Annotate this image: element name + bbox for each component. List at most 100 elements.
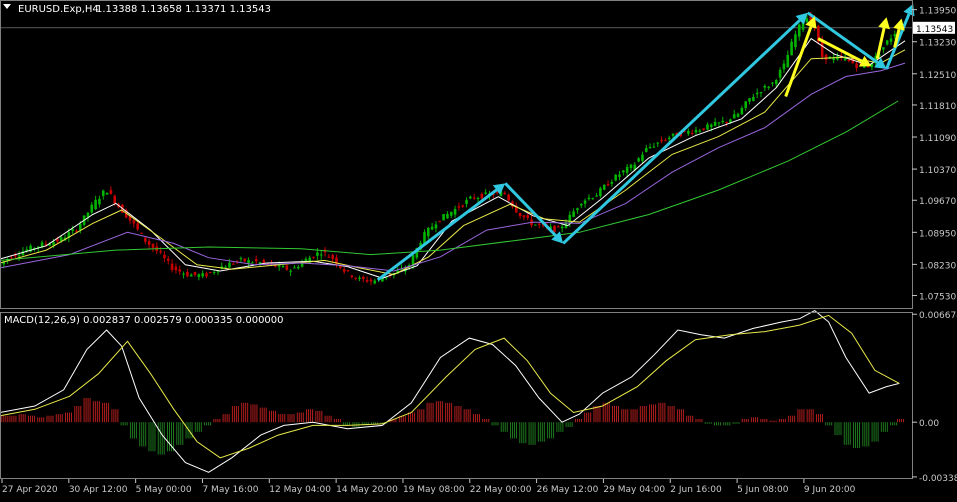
bull-candle <box>733 114 736 118</box>
bull-candle <box>767 87 770 88</box>
bear-candle <box>503 193 506 194</box>
bull-candle <box>60 237 63 241</box>
bull-candle <box>595 196 598 197</box>
bear-candle <box>10 258 13 259</box>
bull-candle <box>217 271 220 272</box>
bull-candle <box>649 147 652 148</box>
bull-candle <box>626 167 629 173</box>
bull-candle <box>741 108 744 114</box>
bull-candle <box>752 97 755 101</box>
bear-candle <box>243 259 246 262</box>
time-tick-label: 14 May 20:00 <box>336 485 398 495</box>
time-tick-label: 27 Apr 2020 <box>2 485 58 495</box>
chart-canvas[interactable]: 1.139501.132301.125101.118101.110901.103… <box>0 0 957 498</box>
bear-candle <box>194 272 197 275</box>
bear-candle <box>45 244 48 245</box>
bull-candle <box>182 274 185 275</box>
bear-candle <box>175 267 178 270</box>
bear-candle <box>351 275 354 277</box>
bear-candle <box>205 273 208 276</box>
time-tick-label: 19 May 08:00 <box>403 485 465 495</box>
bull-candle <box>786 55 789 67</box>
bull-candle <box>718 122 721 123</box>
bull-candle <box>102 191 105 196</box>
bull-candle <box>484 192 487 193</box>
symbol-dropdown-icon <box>3 4 11 9</box>
trading-chart[interactable]: 1.139501.132301.125101.118101.110901.103… <box>0 0 957 498</box>
bull-candle <box>721 121 724 122</box>
bull-candle <box>71 229 74 231</box>
time-tick-label: 29 May 04:00 <box>603 485 665 495</box>
bull-candle <box>656 143 659 144</box>
bull-candle <box>18 255 21 256</box>
bear-candle <box>136 223 139 229</box>
bull-candle <box>454 209 457 215</box>
bear-candle <box>110 190 113 194</box>
bull-candle <box>90 205 93 213</box>
chart-header-symbol: EURUSD.Exp,H4 <box>18 4 99 15</box>
bear-candle <box>255 259 258 261</box>
bull-candle <box>446 214 449 219</box>
bull-candle <box>477 198 480 199</box>
bull-candle <box>653 147 656 148</box>
bear-candle <box>607 184 610 186</box>
price-tick-label: 1.07530 <box>919 293 956 303</box>
bear-candle <box>163 255 166 258</box>
bull-candle <box>561 227 564 228</box>
bear-candle <box>848 60 851 61</box>
time-tick-label: 7 May 16:00 <box>202 485 258 495</box>
bull-candle <box>645 148 648 152</box>
ma-long-line <box>0 101 898 260</box>
bull-candle <box>591 198 594 199</box>
bull-candle <box>641 155 644 161</box>
bull-candle <box>228 263 231 268</box>
bear-candle <box>286 266 289 270</box>
bear-candle <box>343 269 346 271</box>
bull-candle <box>465 200 468 204</box>
bear-candle <box>263 260 266 263</box>
bear-candle <box>553 226 556 232</box>
bear-candle <box>526 215 529 218</box>
macd-pane[interactable] <box>0 311 904 473</box>
bull-candle <box>316 252 319 255</box>
bull-candle <box>289 271 292 272</box>
bear-candle <box>366 280 369 282</box>
bull-candle <box>760 92 763 93</box>
bear-candle <box>328 257 331 258</box>
bull-candle <box>588 198 591 199</box>
bull-candle <box>247 260 250 263</box>
bull-candle <box>886 40 889 44</box>
bear-candle <box>523 215 526 217</box>
bull-candle <box>748 98 751 102</box>
price-tick-label: 1.08950 <box>919 229 956 239</box>
macd-pane-frame <box>1 313 913 479</box>
bull-candle <box>882 47 885 49</box>
bull-candle <box>435 224 438 228</box>
price-tick-label: 1.12510 <box>919 71 956 81</box>
price-tick-label: 1.13230 <box>919 39 956 49</box>
bear-candle <box>438 221 441 222</box>
macd-header-label: MACD(12,26,9) 0.002837 0.002579 0.000335… <box>4 315 284 326</box>
ma-fast-line <box>0 39 905 279</box>
trend-arrow-shaft <box>505 183 555 235</box>
time-tick-label: 9 Jun 20:00 <box>804 485 856 495</box>
bear-candle <box>519 213 522 216</box>
time-tick-label: 22 May 00:00 <box>470 485 532 495</box>
bear-candle <box>458 206 461 207</box>
bull-candle <box>259 262 262 263</box>
bull-candle <box>706 124 709 129</box>
bull-candle <box>198 274 201 277</box>
bull-candle <box>52 242 55 245</box>
bear-candle <box>507 195 510 201</box>
bull-candle <box>282 266 285 267</box>
trend-arrow-shaft <box>563 20 800 243</box>
bull-candle <box>779 70 782 78</box>
bear-candle <box>178 270 181 272</box>
price-pane[interactable] <box>0 4 915 285</box>
bear-candle <box>232 264 235 265</box>
bear-candle <box>159 251 162 252</box>
bull-candle <box>603 185 606 190</box>
bull-candle <box>240 258 243 259</box>
bear-candle <box>133 220 136 223</box>
bull-candle <box>798 25 801 37</box>
